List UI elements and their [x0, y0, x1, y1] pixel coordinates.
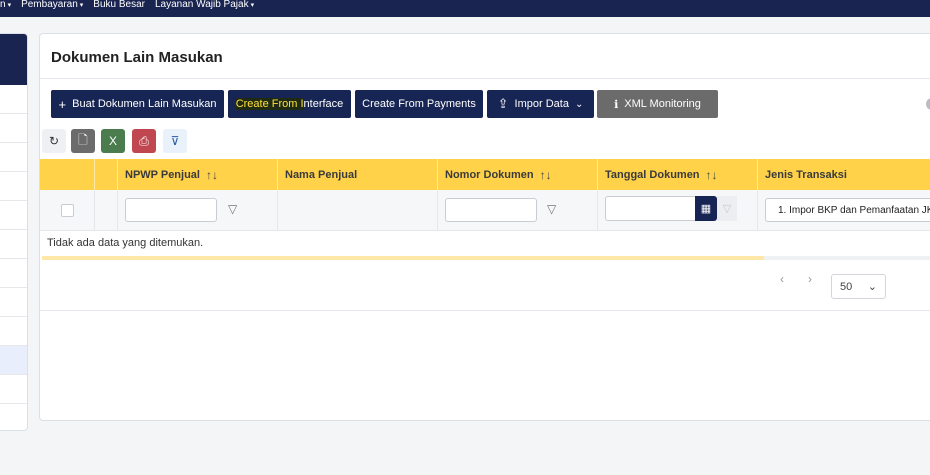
sidebar-header: [0, 34, 27, 85]
divider: [40, 310, 930, 311]
column-nomor-dokumen[interactable]: Nomor Dokumen ↑↓: [438, 159, 598, 190]
export-file-button[interactable]: 🗋: [71, 129, 95, 153]
nav-item-label: Layanan Wajib Pajak: [155, 0, 249, 10]
buat-dokumen-button[interactable]: + Buat Dokumen Lain Masukan: [51, 90, 224, 118]
sidebar-item[interactable]: [0, 375, 27, 404]
refresh-icon: ↻: [48, 134, 60, 148]
filter-icon[interactable]: ▽: [547, 202, 556, 216]
filter-icon[interactable]: ▽: [717, 196, 737, 221]
sort-icon[interactable]: ↑↓: [206, 168, 218, 182]
chevron-down-icon: ▾: [7, 1, 12, 9]
column-tanggal-dokumen[interactable]: Tanggal Dokumen ↑↓: [598, 159, 758, 190]
plus-icon: +: [58, 96, 67, 112]
chevron-down-icon: ▾: [79, 1, 84, 9]
sidebar-item[interactable]: [0, 172, 27, 201]
column-jenis-transaksi: Jenis Transaksi: [758, 159, 930, 190]
clear-filter-icon: ⊽: [170, 134, 180, 148]
calendar-icon[interactable]: ▦: [695, 196, 717, 221]
table-header: NPWP Penjual ↑↓ Nama Penjual Nomor Dokume…: [40, 159, 930, 190]
sidebar-item[interactable]: [0, 85, 27, 114]
sidebar-item[interactable]: [0, 201, 27, 230]
nav-item-0[interactable]: n ▾: [0, 0, 11, 10]
clear-filter-button[interactable]: ⊽: [163, 129, 187, 153]
column-label: Tanggal Dokumen: [605, 168, 700, 181]
sidebar-item[interactable]: [0, 259, 27, 288]
nav-item-pembayaran[interactable]: Pembayaran ▾: [21, 0, 83, 10]
create-from-payments-button[interactable]: Create From Payments: [355, 90, 483, 118]
impor-data-button[interactable]: ⇪ Impor Data ⌄: [487, 90, 594, 118]
button-label: Buat Dokumen Lain Masukan: [72, 98, 217, 110]
chevron-down-icon: ▾: [250, 1, 255, 9]
top-navbar: n ▾ Pembayaran ▾ Buku Besar Layanan Wajib …: [0, 0, 930, 17]
main-card: Dokumen Lain Masukan + Buat Dokumen Lain…: [39, 33, 930, 421]
filter-icon[interactable]: ▽: [228, 202, 237, 216]
sidebar-item[interactable]: [0, 230, 27, 259]
column-npwp-penjual[interactable]: NPWP Penjual ↑↓: [118, 159, 278, 190]
export-excel-button[interactable]: X: [101, 129, 125, 153]
refresh-button[interactable]: ↻: [42, 129, 66, 153]
button-label: Create From Payments: [362, 98, 476, 110]
empty-message: Tidak ada data yang ditemukan.: [47, 237, 204, 249]
filter-row: ▽ ▽ ▦ ▽ 1. Impor BKP dan Pemanfaatan JKP: [40, 190, 930, 231]
column-expand: [95, 159, 118, 190]
export-pdf-button[interactable]: ⎙: [132, 129, 156, 153]
horizontal-scrollbar[interactable]: [42, 256, 930, 260]
sort-icon[interactable]: ↑↓: [706, 168, 718, 182]
create-from-interface-button[interactable]: Create From Interface: [228, 90, 351, 118]
nav-item-label: n: [0, 0, 6, 10]
jenis-transaksi-select[interactable]: 1. Impor BKP dan Pemanfaatan JKP: [765, 198, 930, 222]
column-label: NPWP Penjual: [125, 168, 200, 181]
button-label: XML Monitoring: [624, 98, 701, 110]
column-nama-penjual: Nama Penjual: [278, 159, 438, 190]
sidebar-item[interactable]: [0, 143, 27, 172]
scrollbar-thumb[interactable]: [42, 256, 764, 260]
filter-cell: [40, 190, 95, 231]
column-label: Nomor Dokumen: [445, 168, 534, 181]
upload-icon: ⇪: [497, 96, 509, 111]
button-label: Impor Data: [514, 98, 569, 110]
button-label: nterface: [303, 98, 344, 110]
npwp-filter-input[interactable]: [125, 198, 217, 222]
chevron-down-icon: ⌄: [574, 98, 584, 110]
column-label: Nama Penjual: [285, 168, 358, 181]
nav-item-label: Buku Besar: [93, 0, 145, 10]
filter-cell: [278, 190, 438, 231]
column-select: [40, 159, 95, 190]
top-menu: n ▾ Pembayaran ▾ Buku Besar Layanan Wajib …: [0, 0, 264, 11]
next-page-button[interactable]: ›: [808, 272, 812, 286]
highlighted-text: Create From I: [235, 98, 304, 110]
page-size-select[interactable]: 50 ⌄: [831, 274, 886, 299]
sidebar-item-active[interactable]: [0, 346, 27, 375]
xml-monitoring-button[interactable]: ℹ XML Monitoring: [597, 90, 718, 118]
column-label: Jenis Transaksi: [765, 168, 847, 181]
file-icon: 🗋: [78, 132, 88, 147]
info-icon: ℹ: [614, 98, 619, 111]
divider: [40, 78, 930, 79]
sidebar-item[interactable]: [0, 114, 27, 143]
sidebar-item[interactable]: [0, 317, 27, 346]
filter-cell: [95, 190, 118, 231]
nomor-dokumen-filter-input[interactable]: [445, 198, 537, 222]
nav-item-layanan-wajib-pajak[interactable]: Layanan Wajib Pajak ▾: [155, 0, 254, 10]
page-size-value: 50: [840, 280, 853, 293]
toggle-switch[interactable]: [926, 98, 930, 110]
sort-icon[interactable]: ↑↓: [540, 168, 552, 182]
excel-icon: X: [108, 134, 117, 148]
prev-page-button[interactable]: ‹: [780, 272, 784, 286]
pdf-icon: ⎙: [139, 133, 149, 148]
nav-item-buku-besar[interactable]: Buku Besar: [93, 0, 145, 10]
select-all-checkbox[interactable]: [61, 204, 74, 217]
sidebar: [0, 33, 28, 431]
chevron-down-icon: ⌄: [867, 281, 877, 293]
page-title: Dokumen Lain Masukan: [51, 49, 223, 66]
sidebar-item[interactable]: [0, 288, 27, 317]
tanggal-filter-input[interactable]: [605, 196, 697, 221]
nav-item-label: Pembayaran: [21, 0, 78, 10]
